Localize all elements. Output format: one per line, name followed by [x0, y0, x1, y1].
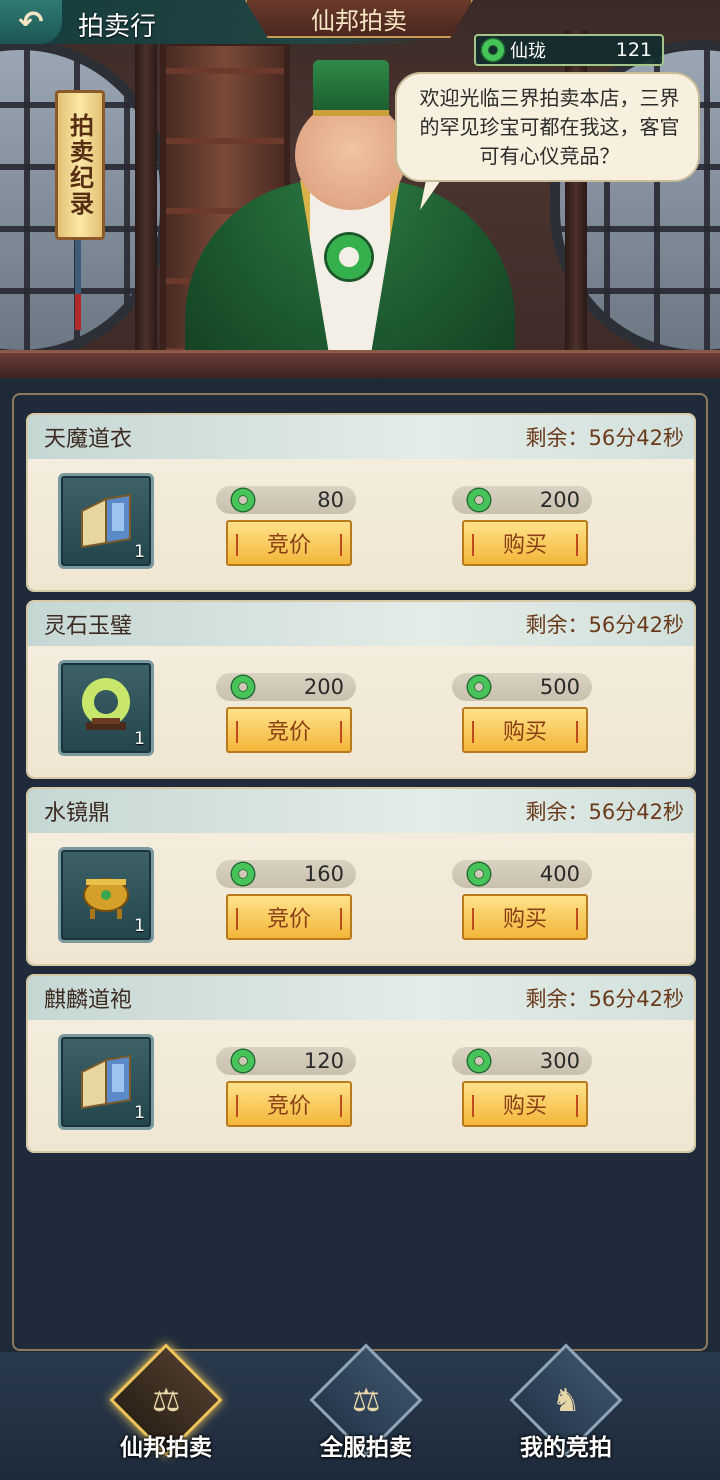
time-remaining: 剩余：56分42秒 — [525, 426, 684, 450]
jade-pendant — [327, 235, 371, 279]
bid-price: 80 — [216, 486, 356, 514]
buy-button-label: 购买 — [502, 1094, 547, 1119]
card-header: 麒麟道袍 剩余：56分42秒 — [28, 976, 694, 1020]
jade-ring-icon — [232, 863, 254, 885]
auction-item-card: 灵石玉璧 剩余：56分42秒 1 200 竞价 500 购买 — [28, 602, 694, 777]
item-name: 灵石玉璧 — [44, 614, 133, 639]
scroll-book-icon — [81, 493, 131, 549]
section-title-plate: 仙邦拍卖 — [245, 0, 473, 38]
back-button[interactable]: ↶ — [0, 0, 62, 44]
buy-button[interactable]: 购买 — [462, 1081, 588, 1127]
auction-record-button[interactable]: 拍卖纪录 — [55, 90, 105, 240]
time-remaining: 剩余：56分42秒 — [525, 800, 684, 824]
bid-price-value: 200 — [303, 675, 344, 699]
jade-ring-icon — [468, 489, 490, 511]
jade-ring-icon — [468, 1050, 490, 1072]
item-slot[interactable]: 1 — [58, 660, 154, 756]
buy-price-value: 500 — [539, 675, 580, 699]
jade-ring-icon — [482, 39, 504, 61]
item-quantity: 1 — [134, 542, 145, 562]
tab-label: 我的竞拍 — [520, 1435, 612, 1461]
tab-label: 全服拍卖 — [320, 1435, 412, 1461]
item-quantity: 1 — [134, 916, 145, 936]
jade-ring-icon — [468, 676, 490, 698]
tab-server-auction[interactable]: ⚖ 全服拍卖 — [266, 1343, 466, 1480]
buy-price: 500 — [452, 673, 592, 701]
jade-ring-icon — [468, 863, 490, 885]
bid-price-value: 120 — [303, 1049, 344, 1073]
tab-my-bids[interactable]: ♞ 我的竞拍 — [466, 1343, 666, 1480]
bid-price: 120 — [216, 1047, 356, 1075]
buy-price-value: 300 — [539, 1049, 580, 1073]
merchant-hat — [313, 60, 389, 116]
tab-label: 仙邦拍卖 — [120, 1435, 212, 1461]
scroll-tassel — [75, 240, 81, 330]
bid-button-label: 竞价 — [266, 907, 311, 932]
bid-price: 160 — [216, 860, 356, 888]
card-header: 水镜鼎 剩余：56分42秒 — [28, 789, 694, 833]
bottom-nav: ⚖ 仙邦拍卖 ⚖ 全服拍卖 ♞ 我的竞拍 — [0, 1343, 720, 1480]
buy-button[interactable]: 购买 — [462, 894, 588, 940]
item-quantity: 1 — [134, 1103, 145, 1123]
card-header: 灵石玉璧 剩余：56分42秒 — [28, 602, 694, 646]
item-slot[interactable]: 1 — [58, 847, 154, 943]
buy-button-label: 购买 — [502, 907, 547, 932]
currency-name: 仙珑 — [510, 41, 546, 62]
banner-floor — [0, 350, 720, 378]
golden-cauldron-icon — [83, 878, 129, 919]
bid-button-label: 竞价 — [266, 1094, 311, 1119]
bid-button-label: 竞价 — [266, 720, 311, 745]
buy-button[interactable]: 购买 — [462, 520, 588, 566]
time-remaining: 剩余：56分42秒 — [525, 613, 684, 637]
buy-price-value: 400 — [539, 862, 580, 886]
time-remaining: 剩余：56分42秒 — [525, 987, 684, 1011]
auction-item-card: 水镜鼎 剩余：56分42秒 1 160 竞价 400 购买 — [28, 789, 694, 964]
auction-item-card: 麒麟道袍 剩余：56分42秒 1 120 竞价 300 购买 — [28, 976, 694, 1151]
card-header: 天魔道衣 剩余：56分42秒 — [28, 415, 694, 459]
buy-price: 200 — [452, 486, 592, 514]
bid-button[interactable]: 竞价 — [226, 707, 352, 753]
item-name: 麒麟道袍 — [44, 988, 133, 1013]
item-slot[interactable]: 1 — [58, 473, 154, 569]
buy-button-label: 购买 — [502, 720, 547, 745]
item-quantity: 1 — [134, 729, 145, 749]
scroll-book-icon — [81, 1054, 131, 1110]
buy-price: 300 — [452, 1047, 592, 1075]
jade-ring-icon — [232, 676, 254, 698]
jade-disc-icon — [82, 678, 130, 730]
jade-ring-icon — [232, 489, 254, 511]
currency-amount: 121 — [615, 39, 652, 61]
bid-price: 200 — [216, 673, 356, 701]
jade-ring-icon — [232, 1050, 254, 1072]
merchant-face — [295, 100, 407, 210]
item-slot[interactable]: 1 — [58, 1034, 154, 1130]
bid-button-label: 竞价 — [266, 533, 311, 558]
tab-xianbang-auction[interactable]: ⚖ 仙邦拍卖 — [66, 1343, 266, 1480]
page-title: 拍卖行 — [78, 12, 157, 42]
item-name: 天魔道衣 — [44, 427, 133, 452]
speech-text: 欢迎光临三界拍卖本店，三界的罕见珍宝可都在我这，客官可有心仪竞品？ — [419, 86, 680, 168]
bid-button[interactable]: 竞价 — [226, 1081, 352, 1127]
pillar-left — [135, 30, 157, 360]
speech-bubble: 欢迎光临三界拍卖本店，三界的罕见珍宝可都在我这，客官可有心仪竞品？ — [395, 72, 700, 182]
buy-button[interactable]: 购买 — [462, 707, 588, 753]
section-title: 仙邦拍卖 — [311, 6, 407, 35]
bid-price-value: 80 — [317, 488, 344, 512]
bid-button[interactable]: 竞价 — [226, 894, 352, 940]
buy-price-value: 200 — [539, 488, 580, 512]
bid-button[interactable]: 竞价 — [226, 520, 352, 566]
currency-display: 仙珑 121 — [474, 34, 664, 66]
item-name: 水镜鼎 — [44, 801, 111, 826]
buy-price: 400 — [452, 860, 592, 888]
auction-item-card: 天魔道衣 剩余：56分42秒 1 80 竞价 200 购买 — [28, 415, 694, 590]
bid-price-value: 160 — [303, 862, 344, 886]
buy-button-label: 购买 — [502, 533, 547, 558]
auction-record-label: 拍卖纪录 — [65, 113, 94, 217]
back-arrow-icon: ↶ — [18, 4, 44, 40]
